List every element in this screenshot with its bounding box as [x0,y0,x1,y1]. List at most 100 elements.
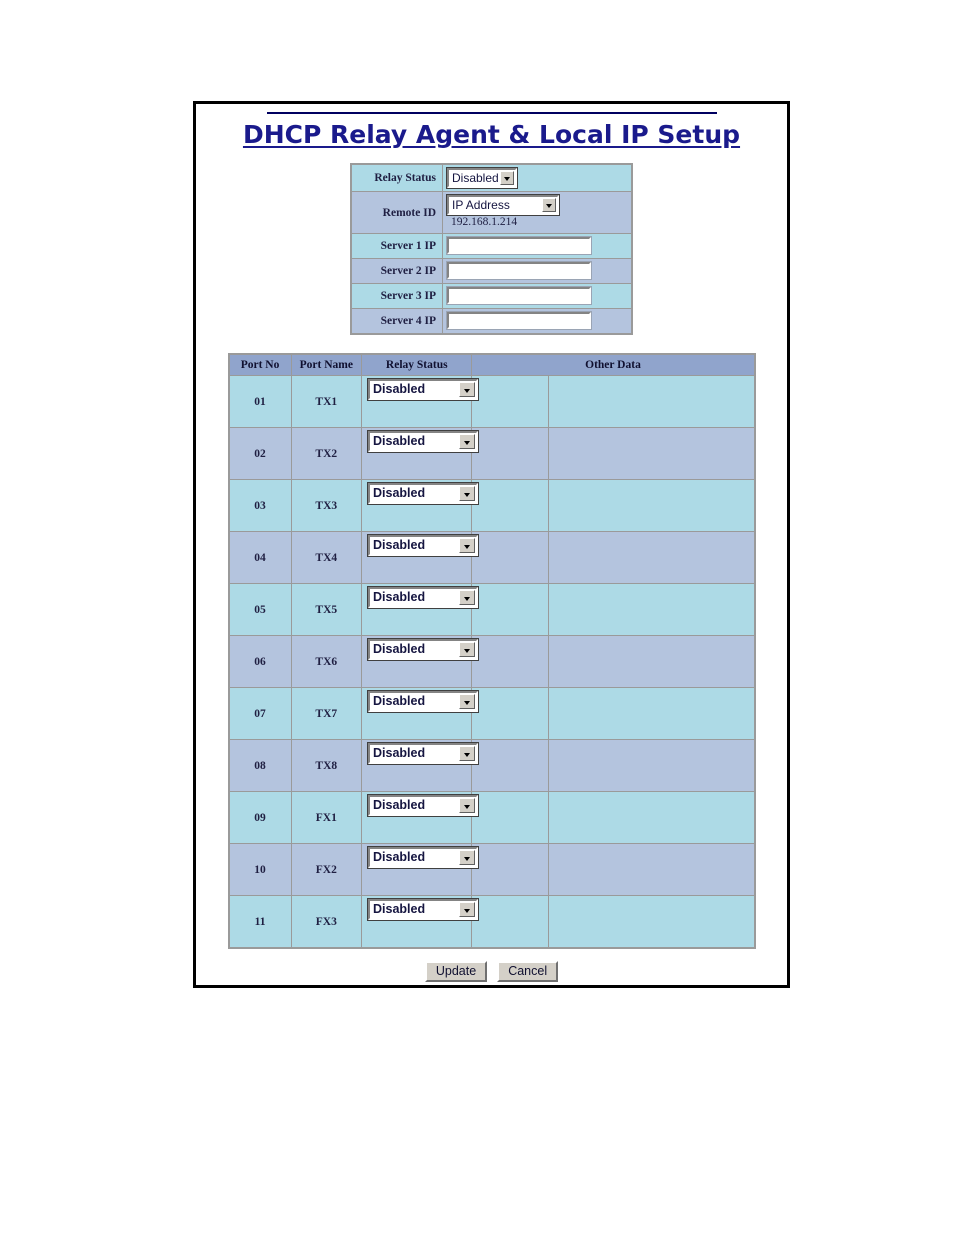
port-relay-status-select[interactable]: Disabled [367,482,480,505]
table-row: 03 TX3 Disabled [229,480,754,531]
cell-other-data-1 [472,740,549,791]
port-relay-status-select[interactable]: Disabled [367,690,480,713]
column-header-port-name: Port Name [291,355,362,375]
table-row: 07 TX7 Disabled [229,688,754,739]
page-frame: DHCP Relay Agent & Local IP Setup Relay … [193,101,790,988]
ports-table-head: Port No Port Name Relay Status Other Dat… [229,355,754,375]
port-relay-status-select[interactable]: Disabled [367,846,480,869]
form-actions: Update Cancel [196,961,787,982]
cell-port-no: 04 [229,532,291,583]
port-relay-status-select[interactable]: Disabled [367,430,480,453]
chevron-down-icon[interactable] [459,642,476,657]
chevron-down-icon[interactable] [459,538,476,553]
cell-relay-status: Disabled [362,792,480,843]
ports-table-header-row: Port No Port Name Relay Status Other Dat… [229,355,754,375]
cell-other-data-1 [472,792,549,843]
chevron-down-icon[interactable] [500,171,514,185]
chevron-down-icon[interactable] [459,434,476,449]
cell-port-name: FX3 [291,896,362,947]
title-divider [266,112,717,114]
remote-id-select-value: IP Address [452,198,510,212]
cell-other-data-2 [549,584,754,635]
settings-label: Relay Status [352,165,442,191]
table-row: 08 TX8 Disabled [229,740,754,791]
cell-port-no: 10 [229,844,291,895]
cell-port-name: TX3 [291,480,362,531]
settings-label: Server 2 IP [352,259,442,283]
port-relay-status-select[interactable]: Disabled [367,742,480,765]
cell-other-data-2 [549,532,754,583]
cell-relay-status: Disabled [362,636,480,687]
relay-status-select[interactable]: Disabled [446,167,518,189]
page-title: DHCP Relay Agent & Local IP Setup [242,120,741,149]
settings-label: Remote ID [352,192,442,233]
cell-other-data-1 [472,480,549,531]
cell-relay-status: Disabled [362,896,480,947]
chevron-down-icon[interactable] [459,590,476,605]
ports-table-container: Port No Port Name Relay Status Other Dat… [196,353,787,949]
chevron-down-icon[interactable] [459,694,476,709]
cell-port-no: 11 [229,896,291,947]
cell-port-name: TX4 [291,532,362,583]
settings-label: Server 1 IP [352,234,442,258]
chevron-down-icon[interactable] [459,382,476,397]
cell-relay-status: Disabled [362,584,480,635]
cell-other-data-2 [549,428,754,479]
cell-port-name: TX2 [291,428,362,479]
cell-relay-status: Disabled [362,376,480,427]
server-1-ip-input[interactable] [446,236,592,255]
port-relay-status-select[interactable]: Disabled [367,586,480,609]
cell-relay-status: Disabled [362,740,480,791]
cell-other-data-1 [472,532,549,583]
cell-port-no: 05 [229,584,291,635]
settings-label: Server 3 IP [352,284,442,308]
chevron-down-icon[interactable] [459,486,476,501]
cell-other-data-2 [549,740,754,791]
port-relay-status-select[interactable]: Disabled [367,794,480,817]
chevron-down-icon[interactable] [542,198,556,212]
cell-other-data-1 [472,844,549,895]
cell-other-data-2 [549,376,754,427]
server-4-ip-input[interactable] [446,311,592,330]
chevron-down-icon[interactable] [459,850,476,865]
cell-other-data-1 [472,636,549,687]
server-2-ip-input[interactable] [446,261,592,280]
remote-id-select[interactable]: IP Address [446,194,560,216]
cell-port-name: FX2 [291,844,362,895]
cell-port-name: TX7 [291,688,362,739]
cell-port-no: 01 [229,376,291,427]
port-relay-status-select[interactable]: Disabled [367,378,480,401]
cell-other-data-2 [549,844,754,895]
cell-other-data-2 [549,792,754,843]
settings-row: Server 4 IP [352,309,631,333]
port-relay-status-select[interactable]: Disabled [367,534,480,557]
cell-port-no: 02 [229,428,291,479]
chevron-down-icon[interactable] [459,746,476,761]
settings-row: Relay Status Disabled [352,165,631,191]
update-button[interactable]: Update [424,961,488,982]
settings-value-cell [443,259,631,283]
settings-value-cell [443,309,631,333]
settings-value-cell: Disabled [443,165,631,191]
settings-row: Server 2 IP [352,259,631,283]
cancel-button[interactable]: Cancel [497,961,559,982]
table-row: 01 TX1 Disabled [229,376,754,427]
local-ip-address-text: 192.168.1.214 [451,216,518,228]
table-row: 10 FX2 Disabled [229,844,754,895]
settings-row: Server 3 IP [352,284,631,308]
cell-port-name: TX5 [291,584,362,635]
cell-other-data-2 [549,688,754,739]
table-row: 05 TX5 Disabled [229,584,754,635]
chevron-down-icon[interactable] [459,798,476,813]
column-header-other-data: Other Data [472,355,754,375]
chevron-down-icon[interactable] [459,902,476,917]
port-relay-status-select[interactable]: Disabled [367,638,480,661]
cell-other-data-2 [549,636,754,687]
port-relay-status-select[interactable]: Disabled [367,898,480,921]
cell-other-data-1 [472,584,549,635]
server-3-ip-input[interactable] [446,286,592,305]
table-row: 11 FX3 Disabled [229,896,754,947]
table-row: 09 FX1 Disabled [229,792,754,843]
cell-port-name: TX8 [291,740,362,791]
settings-row: Remote ID IP Address 192.168.1.214 [352,192,631,233]
